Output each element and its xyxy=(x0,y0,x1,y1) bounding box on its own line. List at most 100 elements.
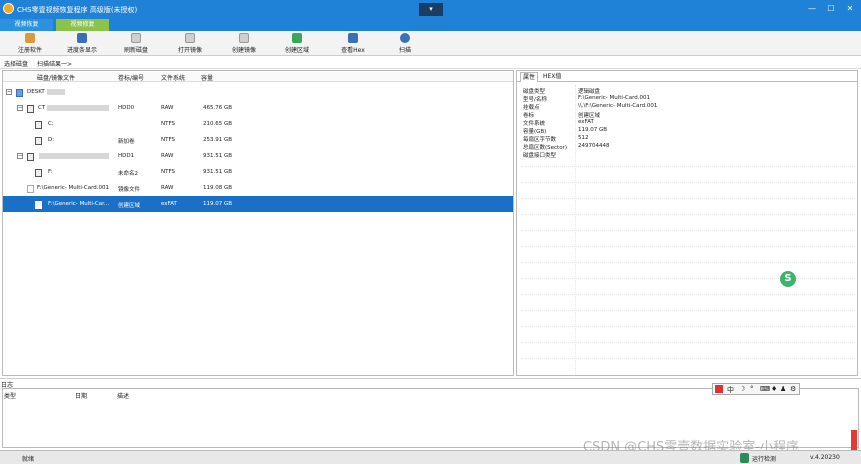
scan-button[interactable]: 扫描 xyxy=(382,33,428,55)
ime-logo-icon[interactable] xyxy=(715,385,723,393)
create-region-button[interactable]: 创建区域 xyxy=(274,33,320,55)
brand-logo-icon: S xyxy=(780,271,796,287)
row-fs: RAW xyxy=(161,105,174,111)
grid-line xyxy=(521,326,855,327)
row-fs: NTFS xyxy=(161,137,176,143)
grid-line xyxy=(521,166,855,167)
partition-icon xyxy=(35,201,42,209)
grid-line xyxy=(521,342,855,343)
property-row: 总扇区数(Sector) 249704448 xyxy=(517,142,857,151)
maximize-button[interactable]: ☐ xyxy=(824,2,838,16)
col-disk-image[interactable]: 磁盘/镜像文件 xyxy=(37,73,75,82)
progress-label: 进度条显示 xyxy=(66,47,97,54)
row-label: 新加卷 xyxy=(118,139,135,145)
refresh-disk-label: 刷新磁盘 xyxy=(123,47,148,54)
grid-line xyxy=(521,310,855,311)
ime-skin-icon[interactable]: ♦ xyxy=(771,385,777,393)
title-dropdown-button[interactable]: ▾ xyxy=(419,3,443,16)
register-icon xyxy=(25,33,35,43)
view-hex-label: 查看Hex xyxy=(341,47,365,54)
create-region-label: 创建区域 xyxy=(284,47,309,54)
tab-video-repair[interactable]: 视频修复 xyxy=(56,19,109,31)
refresh-disk-button[interactable]: 刷新磁盘 xyxy=(113,33,159,55)
tab-hex[interactable]: HEX值 xyxy=(541,72,563,82)
tab-properties[interactable]: 属性 xyxy=(520,72,539,82)
progress-button[interactable]: 进度条显示 xyxy=(59,33,105,55)
ime-chinese-icon[interactable]: 中 xyxy=(727,385,734,395)
view-hex-button[interactable]: 查看Hex xyxy=(330,33,376,55)
app-logo-icon xyxy=(3,3,14,14)
progress-icon xyxy=(77,33,87,43)
row-label: 未命名2 xyxy=(118,171,138,177)
row-fs: NTFS xyxy=(161,121,176,127)
table-row[interactable]: − HDD1 RAW 931.51 GB xyxy=(3,148,513,164)
collapse-toggle-icon[interactable]: − xyxy=(6,89,12,95)
scan-label: 扫描 xyxy=(398,47,411,54)
log-col-type[interactable]: 类型 xyxy=(4,391,16,400)
row-name: F: xyxy=(48,169,53,175)
grid-line xyxy=(521,262,855,263)
ime-moon-icon[interactable]: ☽ xyxy=(739,385,745,393)
ime-toolbar: 中 ☽ ° ⌨ ♦ ♟ ⚙ xyxy=(712,383,800,395)
grid-line xyxy=(521,278,855,279)
property-key: 磁盘接口类型 xyxy=(523,153,557,159)
row-label: 镜像文件 xyxy=(118,187,141,193)
property-row: 磁盘接口类型 xyxy=(517,150,857,159)
tab-video-recovery[interactable]: 视频恢复 xyxy=(0,19,53,31)
partition-icon xyxy=(35,137,42,145)
property-row: 挂载点 \\.\F:\Generic- Multi-Card.001 xyxy=(517,102,857,111)
row-size: 119.07 GB xyxy=(203,201,233,207)
step-bar: 选择磁盘 扫描结果一> xyxy=(0,57,861,69)
row-name: CT xyxy=(38,105,46,111)
log-col-desc[interactable]: 描述 xyxy=(117,391,129,400)
collapse-toggle-icon[interactable]: − xyxy=(17,153,23,159)
open-image-button[interactable]: 打开镜像 xyxy=(167,33,213,55)
table-row-selected[interactable]: F:\Generic- Multi-Car... 创建区域 exFAT 119.… xyxy=(3,196,513,212)
close-button[interactable]: ✕ xyxy=(843,2,857,16)
create-region-icon xyxy=(292,33,302,43)
ime-settings-icon[interactable]: ⚙ xyxy=(790,385,796,393)
col-capacity[interactable]: 容量 xyxy=(201,73,213,82)
ime-punctuation-icon[interactable]: ° xyxy=(750,385,754,393)
property-value: \\.\F:\Generic- Multi-Card.001 xyxy=(578,103,658,109)
ime-keyboard-icon[interactable]: ⌨ xyxy=(760,385,770,393)
redacted-text xyxy=(47,89,65,95)
property-row: 磁盘类型 逻辑磁盘 xyxy=(517,86,857,95)
partition-icon xyxy=(35,121,42,129)
property-value: F:\Generic- Multi-Card.001 xyxy=(578,95,651,101)
table-row[interactable]: F:\Generic- Multi-Card.001 镜像文件 RAW 119.… xyxy=(3,180,513,196)
table-row[interactable]: − CT HDD0 RAW 465.76 GB xyxy=(3,100,513,116)
create-image-label: 创建镜像 xyxy=(231,47,256,54)
ime-user-icon[interactable]: ♟ xyxy=(780,385,786,393)
property-row: 每扇区字节数 512 xyxy=(517,134,857,143)
row-name: DESKT xyxy=(27,89,45,95)
row-fs: RAW xyxy=(161,153,174,159)
grid-line xyxy=(521,214,855,215)
row-size: 931.51 GB xyxy=(203,169,233,175)
table-row[interactable]: D: 新加卷 NTFS 253.91 GB xyxy=(3,132,513,148)
table-row[interactable]: F: 未命名2 NTFS 931.51 GB xyxy=(3,164,513,180)
row-name: C: xyxy=(48,121,54,127)
table-row[interactable]: − DESKT xyxy=(3,84,513,100)
create-image-button[interactable]: 创建镜像 xyxy=(221,33,267,55)
property-value: 512 xyxy=(578,135,589,141)
grid-line xyxy=(521,182,855,183)
status-version: v.4.20230 xyxy=(810,454,840,461)
status-bar: 就绪 运行检测 v.4.20230 xyxy=(0,450,861,464)
minimize-button[interactable]: — xyxy=(805,2,819,16)
property-row: 容量(GB) 119.07 GB xyxy=(517,126,857,135)
log-col-date[interactable]: 日期 xyxy=(75,391,87,400)
step-scan-result[interactable]: 扫描结果一> xyxy=(37,59,72,68)
step-select-disk[interactable]: 选择磁盘 xyxy=(4,59,28,68)
table-row[interactable]: C: NTFS 210.65 GB xyxy=(3,116,513,132)
property-value: 249704448 xyxy=(578,143,610,149)
grid-line xyxy=(521,246,855,247)
register-button[interactable]: 注册软件 xyxy=(7,33,53,55)
col-label[interactable]: 卷标/编号 xyxy=(118,73,144,82)
col-filesystem[interactable]: 文件系统 xyxy=(161,73,185,82)
status-ready: 就绪 xyxy=(22,456,35,463)
hard-disk-icon xyxy=(27,153,34,161)
collapse-toggle-icon[interactable]: − xyxy=(17,105,23,111)
row-fs: NTFS xyxy=(161,169,176,175)
property-row: 卷标 创建区域 xyxy=(517,110,857,119)
